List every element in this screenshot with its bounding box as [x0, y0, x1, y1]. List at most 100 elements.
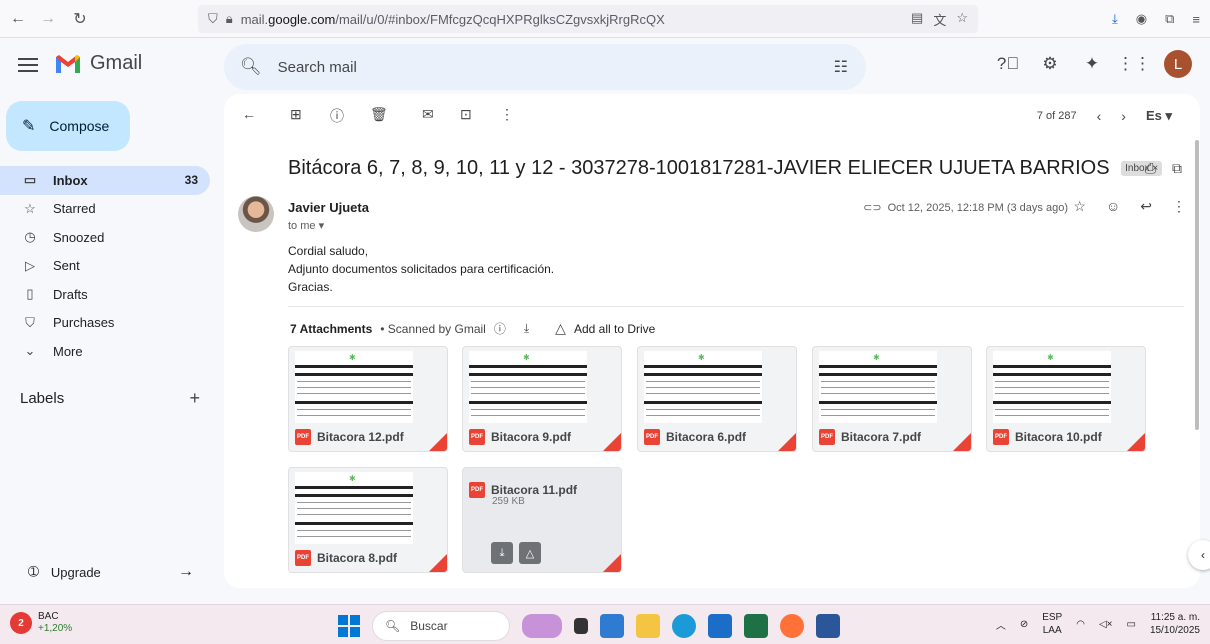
attachment-card[interactable]: ✱ PDF Bitacora 12.pdf [288, 346, 448, 452]
page-corner-icon [953, 433, 971, 451]
sidebar-item-more[interactable]: ⌄ More [0, 337, 210, 366]
upgrade-button[interactable]: ➀ Upgrade → [28, 563, 194, 580]
translate-icon[interactable]: 文 [933, 10, 946, 29]
back-arrow-icon[interactable]: ← [4, 5, 32, 33]
edge-browser-icon[interactable] [672, 614, 696, 638]
open-new-window-icon[interactable]: ⧉ [1172, 160, 1182, 177]
bookmark-star-icon[interactable]: ☆ [956, 10, 968, 29]
attachment-card[interactable]: PDF Bitacora 11.pdf 259 KB ⤓ △ [462, 467, 622, 573]
inbox-icon: ▭ [23, 172, 37, 188]
compose-button[interactable]: ✎ Compose [6, 101, 130, 151]
attachment-card[interactable]: ✱ PDF Bitacora 8.pdf [288, 467, 448, 573]
search-input[interactable]: Search mail [278, 59, 357, 76]
taskbar-search[interactable]: 🔍︎ Buscar [372, 611, 510, 641]
body-line: Gracias. [288, 280, 333, 294]
add-to-drive-icon[interactable]: △ [519, 542, 541, 564]
info-icon[interactable]: ⓘ [494, 320, 506, 337]
store-icon[interactable] [708, 614, 732, 638]
add-to-drive-icon[interactable]: △ [555, 320, 566, 337]
pdf-icon: PDF [469, 482, 485, 498]
language-indicator[interactable]: ESP LAA [1042, 611, 1062, 637]
reply-icon[interactable]: ↩ [1140, 198, 1152, 215]
attachment-clip-icon: ⊂⊃ [863, 202, 882, 214]
account-icon[interactable]: ◉ [1136, 11, 1147, 27]
stock-trend-icon: 2 [10, 612, 32, 634]
reader-icon[interactable]: ▤ [911, 10, 923, 29]
newer-chevron-icon[interactable]: ‹ [1097, 108, 1102, 124]
sidebar-item-inbox[interactable]: ▭ Inbox 33 [0, 166, 210, 195]
attachment-card[interactable]: ✱ PDF Bitacora 7.pdf [812, 346, 972, 452]
search-icon: 🔍︎ [385, 619, 401, 633]
gemini-sparkle-icon[interactable]: ✦ [1080, 52, 1104, 76]
attachments-title: 7 Attachments [290, 321, 373, 336]
sidebar-item-sent[interactable]: ▷ Sent [0, 252, 210, 281]
delete-icon[interactable]: 🗑︎ [370, 106, 388, 123]
chevron-down-icon: ⌄ [24, 343, 36, 359]
sidebar-item-drafts[interactable]: ▯ Drafts [0, 280, 210, 309]
stock-widget[interactable]: 2 BAC +1,20% [10, 611, 72, 635]
firefox-icon[interactable] [780, 614, 804, 638]
search-icon[interactable]: 🔍︎ [240, 57, 262, 77]
sender-name[interactable]: Javier Ujueta [288, 200, 369, 215]
report-spam-icon[interactable]: ⓘ [330, 106, 344, 126]
gmail-logo-text: Gmail [90, 52, 143, 74]
mark-unread-icon[interactable]: ✉ [422, 106, 434, 123]
excel-icon[interactable] [744, 614, 768, 638]
extensions-icon[interactable]: ⧉ [1165, 11, 1174, 27]
location-icon[interactable]: ⊘ [1020, 619, 1028, 630]
more-vert-icon[interactable]: ⋮ [1172, 198, 1186, 215]
attachment-card[interactable]: ✱ PDF Bitacora 9.pdf [462, 346, 622, 452]
task-view-icon[interactable] [574, 618, 588, 634]
search-bar[interactable]: 🔍︎ Search mail ☷ [224, 44, 866, 90]
clock[interactable]: 11:25 a. m. 15/10/2025 [1150, 611, 1200, 637]
search-options-icon[interactable]: ☷ [834, 57, 848, 77]
sidebar-item-purchases[interactable]: ⛉ Purchases [0, 309, 210, 338]
move-to-icon[interactable]: ⊡ [460, 106, 472, 123]
game-app-icon[interactable] [600, 614, 624, 638]
settings-gear-icon[interactable]: ⚙ [1038, 52, 1062, 76]
add-label-icon[interactable]: + [189, 388, 200, 409]
sidebar-item-starred[interactable]: ☆ Starred [0, 195, 210, 224]
file-explorer-icon[interactable] [636, 614, 660, 638]
gmail-logo[interactable]: Gmail [54, 52, 142, 75]
side-panel-toggle-icon[interactable]: ‹ [1188, 540, 1210, 570]
archive-icon[interactable]: ⊞ [290, 106, 302, 123]
recipient-details[interactable]: to me ▾ [288, 219, 324, 232]
attachment-name: Bitacora 12.pdf [317, 430, 404, 444]
pdf-thumbnail: ✱ [295, 351, 413, 427]
sidebar-item-label: Drafts [53, 286, 88, 302]
volume-muted-icon[interactable]: ◁× [1099, 619, 1113, 630]
star-icon[interactable]: ☆ [1073, 198, 1086, 215]
add-all-to-drive-button[interactable]: Add all to Drive [574, 322, 655, 336]
attachment-card[interactable]: ✱ PDF Bitacora 10.pdf [986, 346, 1146, 452]
windows-start-icon[interactable] [338, 615, 360, 637]
sidebar-item-snoozed[interactable]: ◷ Snoozed [0, 223, 210, 252]
scrollbar[interactable] [1195, 140, 1199, 430]
download-icon[interactable]: ⤓ [491, 542, 513, 564]
chevron-up-icon[interactable]: ︿ [996, 617, 1006, 632]
taskbar-search-label: Buscar [410, 619, 448, 633]
wifi-icon[interactable]: ◠ [1076, 619, 1085, 630]
battery-icon[interactable]: ▭ [1126, 619, 1135, 630]
older-chevron-icon[interactable]: › [1121, 108, 1126, 124]
emoji-react-icon[interactable]: ☺ [1106, 198, 1120, 215]
download-all-icon[interactable]: ⤓ [524, 321, 529, 336]
more-vert-icon[interactable]: ⋮ [500, 106, 514, 123]
print-icon[interactable]: ⎙ [1145, 160, 1156, 177]
input-tools-button[interactable]: Es ▾ [1146, 108, 1172, 124]
help-icon[interactable]: ?⃝ [996, 52, 1020, 76]
word-icon[interactable] [816, 614, 840, 638]
widgets-icon[interactable] [522, 614, 562, 638]
pdf-thumbnail: ✱ [644, 351, 762, 427]
apps-grid-icon[interactable]: ⋮⋮ [1117, 52, 1151, 76]
account-avatar[interactable]: L [1164, 50, 1192, 78]
attachment-card[interactable]: ✱ PDF Bitacora 6.pdf [637, 346, 797, 452]
reload-icon[interactable]: ↻ [66, 5, 94, 33]
back-to-inbox-icon[interactable]: ← [242, 106, 256, 122]
sender-avatar[interactable] [238, 196, 274, 232]
url-bar[interactable]: ⛉ 🔒︎ mail. google.com/mail/u/0/#inbox/FMf… [198, 5, 978, 33]
menu-icon[interactable]: ≡ [1192, 12, 1200, 27]
forward-arrow-icon[interactable]: → [34, 5, 62, 33]
download-icon[interactable]: ⤓ [1112, 11, 1118, 27]
main-menu-icon[interactable] [18, 54, 38, 76]
